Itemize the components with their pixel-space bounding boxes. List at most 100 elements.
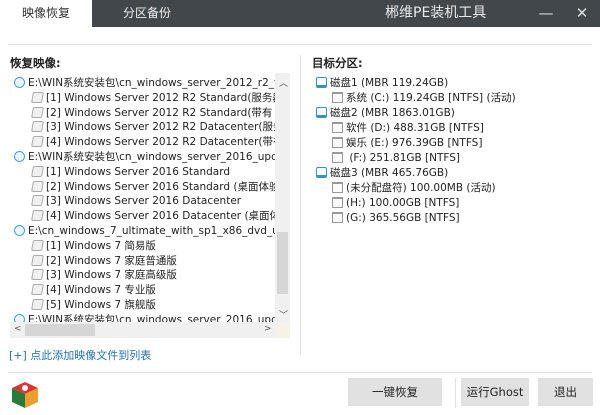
exit-button[interactable]: 退出 (538, 378, 593, 406)
scroll-corner (275, 322, 290, 338)
disc-image-icon (14, 151, 25, 162)
hscroll-thumb[interactable] (25, 324, 95, 336)
item-label: E:\cn_windows_7_ultimate_with_sp1_x86_dv… (28, 225, 290, 237)
item-label: (未分配盘符) 100.00MB (活动) (346, 182, 496, 194)
item-label: 磁盘3 (MBR 465.76GB) (330, 167, 449, 179)
partition-item[interactable]: (F:) 251.81GB [NTFS] (332, 151, 460, 166)
partition-icon (332, 92, 343, 103)
app-logo-icon (12, 382, 38, 408)
item-label: 磁盘2 (MBR 1863.01GB) (330, 107, 455, 119)
scroll-left-icon[interactable]: < (14, 324, 22, 334)
edition-item[interactable]: [2] Windows Server 2012 R2 Standard(带有 G… (31, 106, 290, 121)
scroll-up-icon[interactable]: ︿ (279, 76, 288, 89)
edition-item[interactable]: [2] Windows Server 2016 Standard (桌面体验) (31, 180, 284, 195)
disc-image-icon (14, 77, 25, 88)
item-label: E:\WIN系统安装包\cn_windows_server_2016_updat… (28, 151, 290, 163)
scroll-down-icon[interactable]: ﹀ (279, 308, 288, 321)
partition-item[interactable]: 系统 (C:) 119.24GB [NTFS] (活动) (332, 91, 516, 106)
partition-icon (332, 197, 343, 208)
item-label: [2] Windows Server 2016 Standard (桌面体验) (46, 180, 284, 193)
layers-icon (31, 210, 44, 222)
layers-icon (31, 180, 44, 192)
edition-item[interactable]: [3] Windows 7 家庭高级版 (31, 268, 177, 283)
edition-item[interactable]: [4] Windows 7 专业版 (31, 283, 156, 298)
disk-item[interactable]: 磁盘1 (MBR 119.24GB) (316, 76, 448, 91)
item-label: 系统 (C:) 119.24GB [NTFS] (活动) (346, 92, 516, 104)
edition-item[interactable]: [1] Windows 7 简易版 (31, 239, 156, 254)
add-image-link[interactable]: [+] 点此添加映像文件到列表 (9, 347, 151, 363)
disk-item[interactable]: 磁盘3 (MBR 465.76GB) (316, 166, 448, 181)
layers-icon (31, 269, 44, 281)
edition-item[interactable]: [4] Windows Server 2012 R2 Datacenter(带有… (31, 135, 290, 150)
partition-item[interactable]: 软件 (D:) 488.31GB [NTFS] (332, 121, 484, 136)
edition-item[interactable]: [4] Windows Server 2016 Datacenter (桌面体验… (31, 209, 290, 224)
minimize-icon[interactable]: — (532, 0, 560, 27)
edition-item[interactable]: [3] Windows Server 2016 Datacenter (31, 194, 242, 209)
scroll-thumb[interactable] (277, 232, 288, 294)
layers-icon (31, 136, 44, 148)
partition-list[interactable]: 磁盘1 (MBR 119.24GB) 系统 (C:) 119.24GB [NTFS… (312, 73, 592, 340)
partition-icon (332, 137, 343, 148)
edition-item[interactable]: [5] Windows 7 旗舰版 (31, 298, 156, 313)
partition-item[interactable]: (G:) 365.56GB [NTFS] (332, 211, 460, 226)
partition-icon (332, 212, 343, 223)
divider (8, 372, 592, 373)
item-label: [2] Windows 7 家庭普通版 (46, 254, 177, 267)
partition-item[interactable]: (未分配盘符) 100.00MB (活动) (332, 181, 496, 196)
item-label: (H:) 100.00GB [NTFS] (346, 197, 460, 209)
restore-image-label: 恢复映像: (10, 56, 61, 70)
layers-icon (31, 121, 44, 133)
edition-item[interactable]: [2] Windows 7 家庭普通版 (31, 254, 177, 269)
layers-icon (31, 195, 44, 207)
close-icon[interactable]: ✕ (568, 0, 596, 27)
disk-icon (316, 167, 327, 178)
disc-image-icon (14, 225, 25, 236)
partition-icon (332, 182, 343, 193)
item-label: [1] Windows 7 简易版 (46, 239, 156, 252)
layers-icon (31, 254, 44, 266)
image-file-item[interactable]: E:\WIN系统安装包\cn_windows_server_2012_r2_wi… (14, 76, 290, 91)
item-label: [4] Windows 7 专业版 (46, 284, 156, 297)
item-label: [5] Windows 7 旗舰版 (46, 299, 156, 311)
edition-item[interactable]: [3] Windows Server 2012 R2 Datacenter(服务… (31, 120, 290, 135)
item-label: 软件 (D:) 488.31GB [NTFS] (346, 122, 484, 134)
scroll-right-icon[interactable]: > (264, 324, 272, 334)
edition-item[interactable]: [1] Windows Server 2012 R2 Standard(服务器核… (31, 91, 290, 106)
image-list[interactable]: E:\WIN系统安装包\cn_windows_server_2012_r2_wi… (10, 73, 290, 340)
image-file-item[interactable]: E:\cn_windows_7_ultimate_with_sp1_x86_dv… (14, 224, 290, 239)
app-title: 郴维PE装机工具 (385, 5, 487, 21)
target-partition-label: 目标分区: (312, 56, 363, 70)
edition-item[interactable]: [1] Windows Server 2016 Standard (31, 165, 231, 180)
item-label: E:\WIN系统安装包\cn_windows_server_2012_r2_wi… (28, 77, 290, 89)
one-click-restore-button[interactable]: 一键恢复 (348, 378, 442, 406)
item-label: [3] Windows Server 2016 Datacenter (46, 195, 242, 208)
item-label: [4] Windows Server 2012 R2 Datacenter(带有… (46, 136, 290, 149)
item-label: (F:) 251.81GB [NTFS] (346, 152, 461, 164)
item-label: 娱乐 (E:) 976.39GB [NTFS] (346, 137, 483, 149)
partition-icon (332, 152, 343, 163)
item-label: [3] Windows 7 家庭高级版 (46, 269, 177, 282)
item-label: (G:) 365.56GB [NTFS] (346, 212, 460, 224)
disk-item[interactable]: 磁盘2 (MBR 1863.01GB) (316, 106, 455, 121)
item-label: [1] Windows Server 2016 Standard (46, 165, 231, 178)
disk-icon (316, 107, 327, 118)
item-label: [2] Windows Server 2012 R2 Standard(带有 G… (46, 106, 290, 119)
layers-icon (31, 91, 44, 103)
tab-image-restore[interactable]: 映像恢复 (0, 0, 92, 27)
disk-icon (316, 77, 327, 88)
image-file-item[interactable]: E:\WIN系统安装包\cn_windows_server_2016_updat… (14, 150, 290, 165)
partition-item[interactable]: (H:) 100.00GB [NTFS] (332, 196, 459, 211)
partition-item[interactable]: 娱乐 (E:) 976.39GB [NTFS] (332, 136, 482, 151)
run-ghost-button[interactable]: 运行Ghost (461, 378, 529, 406)
panel-divider (300, 55, 301, 355)
item-label: 磁盘1 (MBR 119.24GB) (330, 77, 449, 89)
partition-icon (332, 122, 343, 133)
divider (8, 44, 592, 45)
tab-partition-backup[interactable]: 分区备份 (92, 0, 202, 27)
item-label: [4] Windows Server 2016 Datacenter (桌面体验… (46, 210, 290, 223)
divider (455, 378, 456, 408)
item-label: [3] Windows Server 2012 R2 Datacenter(服务… (46, 121, 290, 134)
layers-icon (31, 165, 44, 177)
layers-icon (31, 106, 44, 118)
layers-icon (31, 239, 44, 251)
